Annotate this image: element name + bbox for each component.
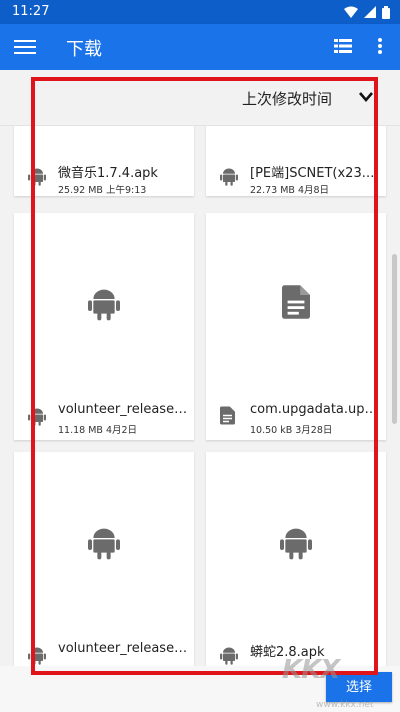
menu-icon[interactable] <box>14 37 36 57</box>
chevron-down-icon[interactable] <box>358 91 374 103</box>
file-meta: 11.18 MB 4月2日 <box>58 425 138 436</box>
android-icon <box>88 528 120 560</box>
wifi-icon <box>344 6 358 18</box>
app-bar: 下载 <box>0 24 400 70</box>
file-meta: 10.50 kB 3月28日 <box>250 425 333 436</box>
file-name: volunteer_release.apk <box>58 402 188 417</box>
android-icon <box>220 168 238 186</box>
signal-icon <box>364 6 376 18</box>
file-name: volunteer_release.apk <box>58 641 188 656</box>
file-grid: 微音乐1.7.4.apk 25.92 MB 上午9:13 [PE端]SCNET(… <box>0 126 400 666</box>
status-bar: 11:27 <box>0 0 400 24</box>
watermark-url: www.kkx.net <box>316 700 374 710</box>
battery-icon <box>382 5 390 19</box>
file-card[interactable]: 微音乐1.7.4.apk 25.92 MB 上午9:13 <box>14 126 194 196</box>
file-name: 微音乐1.7.4.apk <box>58 166 158 181</box>
list-view-icon[interactable] <box>334 38 352 54</box>
file-name: [PE端]SCNET(x23.7.12).apk <box>250 166 380 181</box>
android-icon <box>28 408 46 426</box>
watermark-logo: KKX <box>282 655 340 685</box>
file-card[interactable]: 蟒蛇2.8.apk <box>206 452 386 666</box>
document-icon <box>220 406 235 425</box>
sort-bar[interactable]: 上次修改时间 <box>0 70 400 126</box>
file-name: com.upgadata.up.apk <box>250 402 380 417</box>
android-icon <box>28 647 46 665</box>
sort-label[interactable]: 上次修改时间 <box>242 88 332 109</box>
page-title: 下载 <box>66 39 102 60</box>
file-card[interactable]: com.upgadata.up.apk 10.50 kB 3月28日 <box>206 213 386 440</box>
android-icon <box>88 289 120 321</box>
android-icon <box>28 168 46 186</box>
android-icon <box>220 647 238 665</box>
android-icon <box>280 528 312 560</box>
file-card[interactable]: [PE端]SCNET(x23.7.12).apk 22.73 MB 4月8日 <box>206 126 386 196</box>
document-icon <box>282 285 310 319</box>
status-time: 11:27 <box>12 4 50 19</box>
more-options-icon[interactable] <box>376 38 384 56</box>
file-meta: 22.73 MB 4月8日 <box>250 185 330 196</box>
file-card[interactable]: volunteer_release.apk <box>14 452 194 666</box>
scrollbar[interactable] <box>392 254 397 424</box>
file-card[interactable]: volunteer_release.apk 11.18 MB 4月2日 <box>14 213 194 440</box>
file-meta: 25.92 MB 上午9:13 <box>58 185 147 196</box>
